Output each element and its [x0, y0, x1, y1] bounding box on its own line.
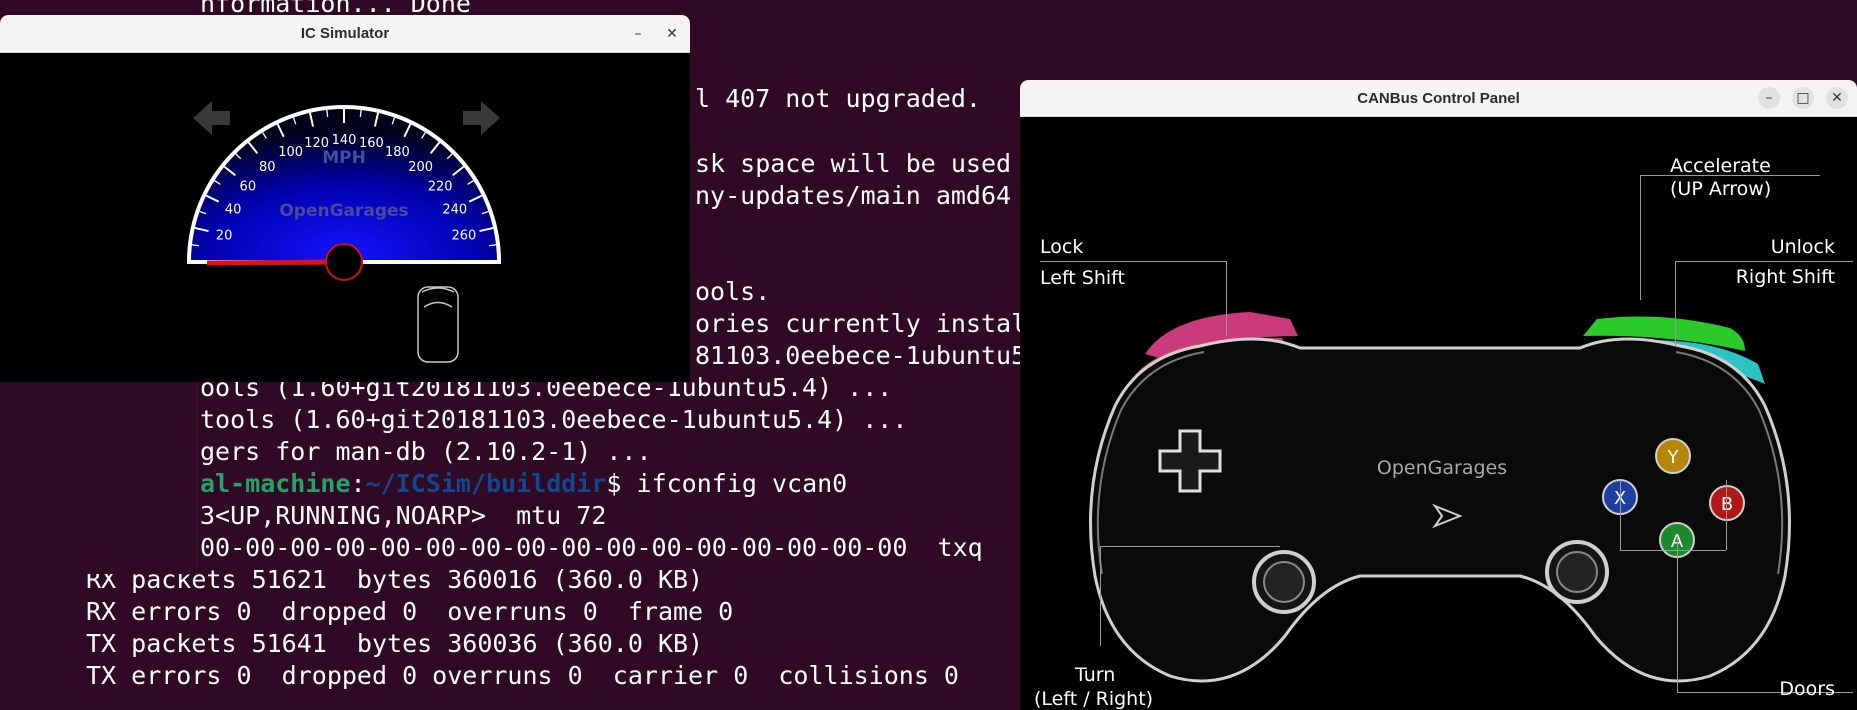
prompt-path: ~/ICSim/builddir: [365, 469, 607, 498]
ic-simulator-window[interactable]: IC Simulator – ✕ 20 40 60 80 100 120 140 160 180…: [0, 15, 690, 382]
prompt-command: ifconfig vcan0: [636, 469, 848, 498]
lock-label: Lock: [1040, 236, 1084, 258]
prompt-sep: :: [350, 469, 366, 498]
window-title: CANBus Control Panel: [1357, 90, 1520, 107]
needle-hub: [325, 243, 363, 281]
terminal-prompt-line: al-machine:~/ICSim/builddir$ ifconfig vc…: [200, 468, 847, 500]
terminal-line: 81103.0eebece-1ubuntu5: [695, 341, 1027, 370]
doors-leader-v2: [1726, 480, 1727, 550]
svg-text:Y: Y: [1667, 447, 1680, 468]
terminal-window-edge: [0, 382, 197, 574]
svg-text:B: B: [1721, 494, 1733, 515]
window-title: IC Simulator: [300, 25, 390, 42]
speedometer-tick-label: 180: [385, 145, 410, 160]
ic-dashboard-canvas: 20406080100120 140 160180200220240260 MPH …: [186, 101, 502, 363]
speedometer-tick-label: 240: [442, 203, 467, 218]
gamepad-brand: OpenGarages: [1377, 457, 1507, 479]
accelerate-leader-v: [1640, 175, 1641, 300]
speedometer-tick-label: 80: [259, 160, 276, 175]
accelerate-label: Accelerate: [1670, 155, 1771, 177]
doors-label: Doors: [1779, 678, 1835, 700]
prompt-user: al-machine: [200, 469, 351, 498]
speedometer-tick: [326, 109, 329, 117]
speedometer-tick-label: 220: [428, 179, 453, 194]
speedometer-tick: [191, 244, 199, 247]
speedometer-tick: [359, 109, 362, 117]
unlock-leader-h: [1675, 261, 1853, 262]
speedometer-tick-label: 140: [332, 133, 357, 148]
doors-leader-v1: [1620, 480, 1621, 550]
close-button[interactable]: ✕: [1826, 87, 1848, 109]
arrow-left-icon: [193, 101, 230, 135]
terminal-line: sk space will be used: [695, 149, 1012, 178]
terminal-line: 00-00-00-00-00-00-00-00-00-00-00-00-00-0…: [200, 533, 983, 562]
terminal-line: TX packets 51641 bytes 360036 (360.0 KB): [86, 629, 704, 658]
button-b: B: [1709, 485, 1745, 521]
speedometer: 20406080100120 140 160180200220240260 MPH …: [186, 105, 502, 281]
turn-key-label: (Left / Right): [1034, 688, 1154, 710]
speed-unit: MPH: [322, 148, 366, 168]
speedometer-tick-label: 20: [216, 229, 233, 244]
speedometer-tick-label: 60: [240, 179, 257, 194]
turn-leader-h: [1100, 546, 1280, 547]
lock-leader-v: [1226, 261, 1227, 336]
unlock-label: Unlock: [1770, 236, 1835, 258]
lock-key-label: Left Shift: [1040, 267, 1125, 289]
ic-simulator-titlebar[interactable]: IC Simulator – ✕: [0, 15, 690, 53]
prompt-symbol: $: [606, 469, 637, 498]
lock-leader-h: [1040, 261, 1226, 262]
close-button[interactable]: ✕: [661, 23, 683, 45]
speedometer-tick-label: 200: [408, 160, 433, 175]
terminal-line: 3<UP,RUNNING,NOARP> mtu 72: [200, 501, 607, 530]
gamepad-body: [1089, 337, 1791, 683]
maximize-button[interactable]: □: [1792, 87, 1814, 109]
terminal-line: ories currently instal: [695, 309, 1027, 338]
button-y: Y: [1655, 438, 1691, 474]
speedometer-tick-label: 100: [278, 145, 303, 160]
gamepad-canvas: OpenGarages Y X B A: [1089, 312, 1791, 683]
terminal-line: tools (1.60+git20181103.0eebece-1ubuntu5…: [200, 405, 908, 434]
terminal-line: ny-updates/main amd64: [695, 181, 1012, 210]
car-doors-icon: [417, 286, 459, 363]
unlock-leader-v: [1675, 261, 1676, 346]
doors-leader-v3: [1677, 535, 1678, 692]
terminal-line: ools.: [695, 277, 771, 306]
unlock-key-label: Right Shift: [1735, 266, 1835, 288]
doors-leader-h1: [1620, 550, 1726, 551]
minimize-button[interactable]: –: [1758, 87, 1780, 109]
speedometer-tick-label: 40: [225, 203, 242, 218]
minimize-button[interactable]: –: [627, 23, 649, 45]
terminal-line: l 407 not upgraded.: [695, 84, 981, 113]
turn-label: Turn: [1075, 664, 1116, 686]
speed-needle: [206, 259, 345, 266]
accelerate-key-label: (UP Arrow): [1670, 178, 1772, 200]
canbus-control-panel-window[interactable]: CANBus Control Panel – □ ✕ OpenGarages Y: [1020, 80, 1857, 710]
turn-leader-v: [1100, 546, 1101, 646]
speedometer-tick: [489, 244, 497, 247]
canbus-titlebar[interactable]: CANBus Control Panel – □ ✕: [1020, 80, 1857, 117]
arrow-right-icon: [463, 101, 500, 135]
brand-label: OpenGarages: [279, 201, 408, 221]
terminal-line: gers for man-db (2.10.2-1) ...: [200, 437, 652, 466]
terminal-line: TX errors 0 dropped 0 overruns 0 carrier…: [86, 661, 959, 690]
speedometer-tick-label: 260: [452, 229, 477, 244]
terminal-line: RX errors 0 dropped 0 overruns 0 frame 0: [86, 597, 734, 626]
